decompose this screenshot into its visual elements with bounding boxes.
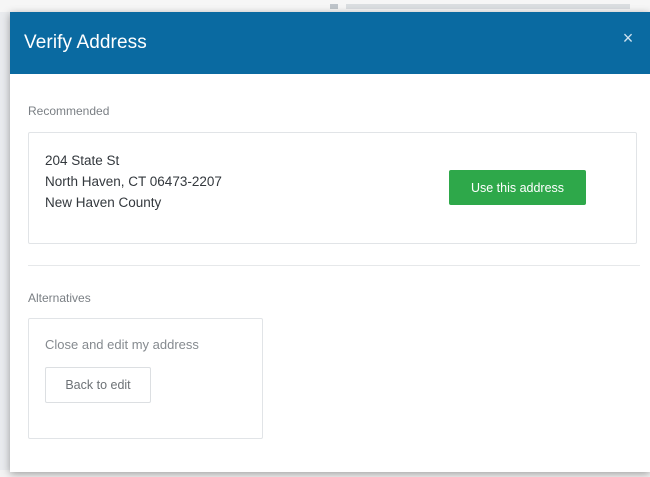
- alternatives-label: Alternatives: [28, 291, 91, 305]
- address-line-3: New Haven County: [45, 195, 162, 210]
- back-to-edit-button[interactable]: Back to edit: [45, 367, 151, 403]
- background-page-strip: [0, 0, 650, 12]
- recommended-address-card: 204 State St North Haven, CT 06473-2207 …: [28, 132, 637, 244]
- alternative-text: Close and edit my address: [45, 337, 199, 352]
- verify-address-modal: Verify Address × Recommended 204 State S…: [10, 12, 650, 472]
- close-icon[interactable]: ×: [620, 29, 636, 47]
- recommended-label: Recommended: [28, 104, 110, 118]
- section-divider: [28, 265, 640, 266]
- address-line-2: North Haven, CT 06473-2207: [45, 174, 222, 189]
- use-this-address-button[interactable]: Use this address: [449, 170, 586, 205]
- alternative-card: Close and edit my address Back to edit: [28, 318, 263, 439]
- modal-header: Verify Address ×: [10, 12, 650, 74]
- modal-title: Verify Address: [24, 32, 147, 53]
- modal-body: Recommended 204 State St North Haven, CT…: [10, 104, 650, 439]
- recommended-address: 204 State St North Haven, CT 06473-2207 …: [45, 150, 222, 213]
- address-line-1: 204 State St: [45, 153, 120, 168]
